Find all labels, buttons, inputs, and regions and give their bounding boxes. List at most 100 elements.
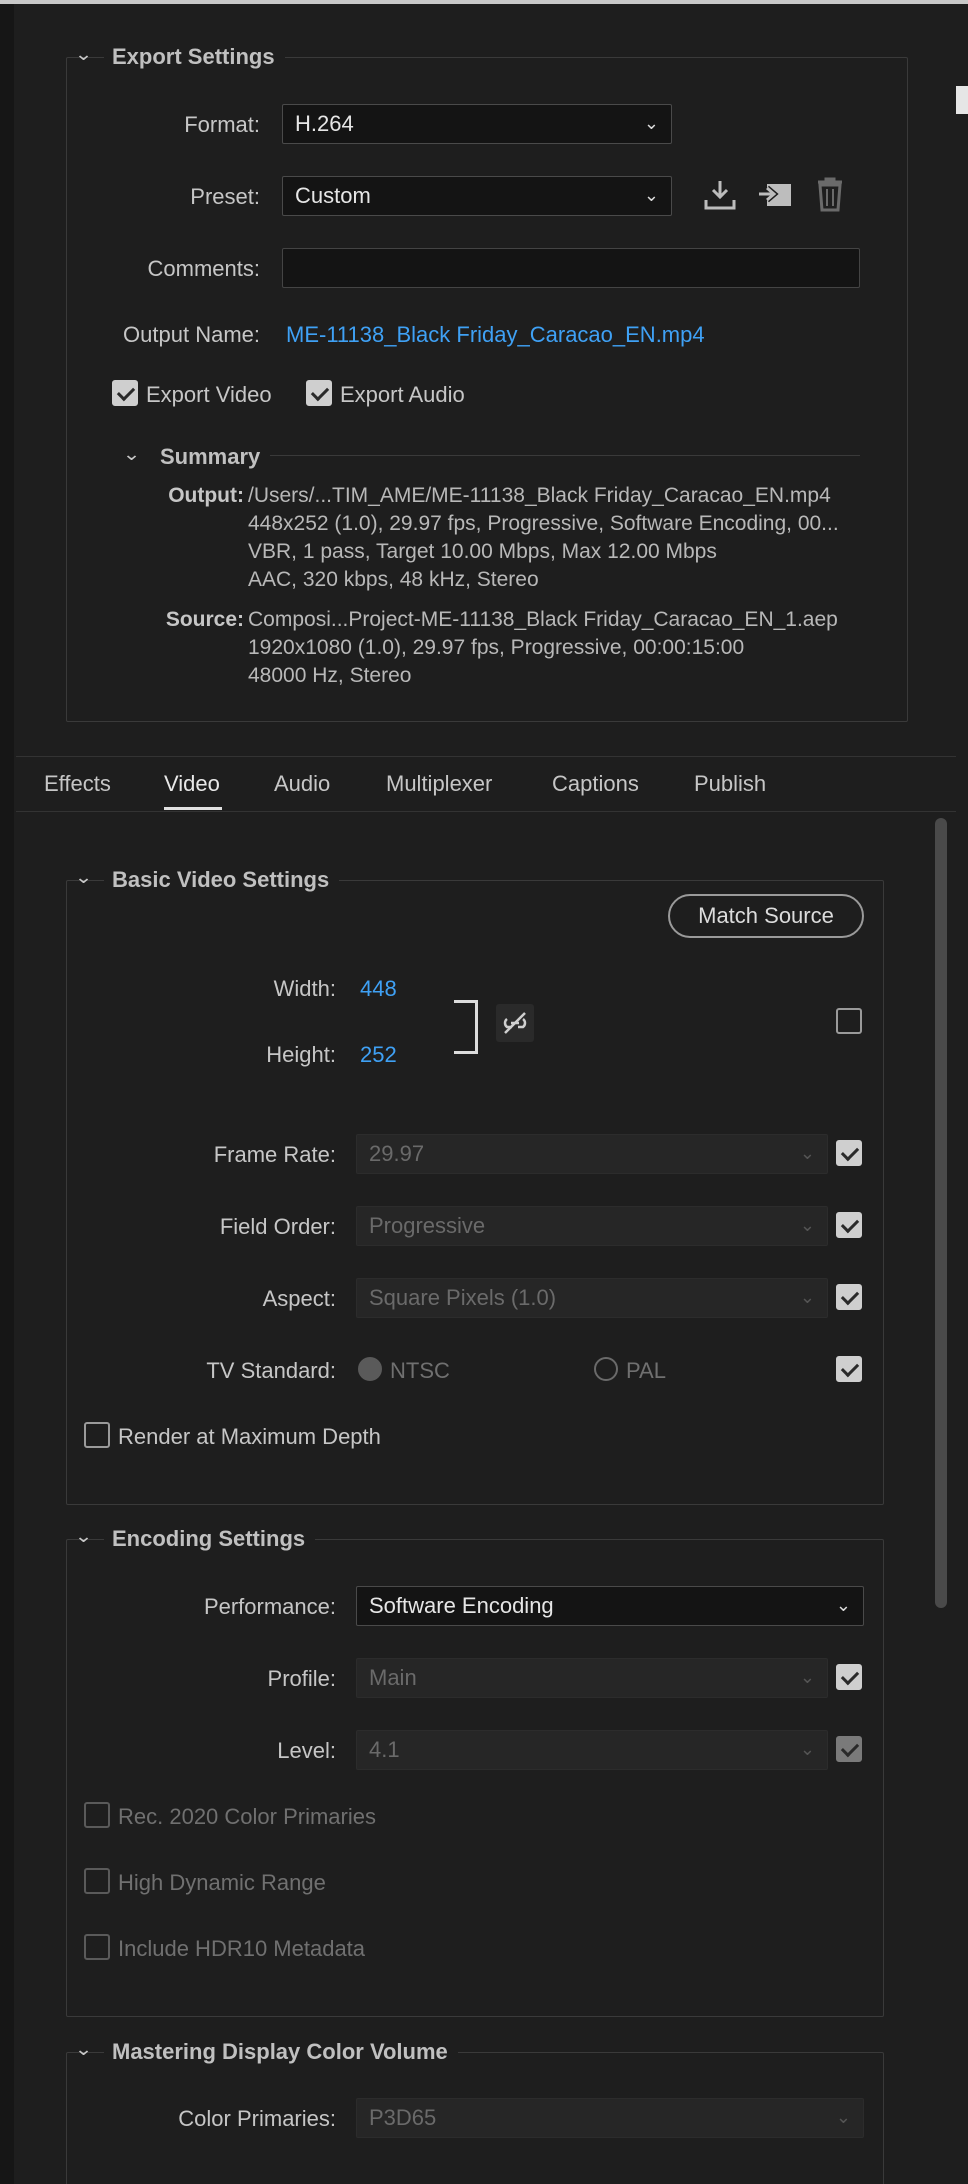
hdr10-checkbox[interactable] — [84, 1934, 110, 1960]
preset-dropdown[interactable]: Custom ⌄ — [282, 176, 672, 216]
source-line: 1920x1080 (1.0), 29.97 fps, Progressive,… — [248, 636, 745, 659]
source-summary: Composi...Project-ME-11138_Black Friday_… — [248, 606, 838, 690]
output-line: /Users/...TIM_AME/ME-11138_Black Friday_… — [248, 484, 831, 507]
source-line: Composi...Project-ME-11138_Black Friday_… — [248, 608, 838, 631]
preset-value: Custom — [295, 183, 371, 208]
output-name-link[interactable]: ME-11138_Black Friday_Caracao_EN.mp4 — [286, 322, 705, 348]
chevron-down-icon[interactable]: ⌄ — [74, 2039, 92, 2060]
tab-video[interactable]: Video — [164, 771, 220, 797]
chevron-down-icon: ⌄ — [835, 2107, 851, 2127]
chevron-down-icon[interactable]: ⌄ — [122, 444, 140, 465]
import-preset-icon[interactable] — [757, 178, 793, 217]
chevron-down-icon: ⌄ — [799, 1215, 815, 1235]
preset-label: Preset: — [190, 184, 260, 209]
match-source-button[interactable]: Match Source — [668, 894, 864, 938]
tv-standard-checkbox[interactable] — [836, 1356, 862, 1382]
level-checkbox[interactable] — [836, 1736, 862, 1762]
chevron-down-icon: ⌄ — [799, 1287, 815, 1307]
scrollbar-thumb[interactable] — [935, 818, 947, 1608]
top-border — [0, 0, 968, 4]
ntsc-label: NTSC — [390, 1358, 450, 1383]
tab-captions[interactable]: Captions — [552, 771, 639, 797]
hdr-label: High Dynamic Range — [118, 1870, 326, 1895]
output-line: 448x252 (1.0), 29.97 fps, Progressive, S… — [248, 512, 839, 535]
source-line: 48000 Hz, Stereo — [248, 664, 412, 687]
basic-video-settings-title: Basic Video Settings — [104, 867, 340, 893]
format-value: H.264 — [295, 111, 354, 136]
render-max-depth-checkbox[interactable] — [84, 1422, 110, 1448]
frame-rate-dropdown[interactable]: 29.97 ⌄ — [356, 1134, 828, 1174]
comments-input[interactable] — [282, 248, 860, 288]
pal-radio[interactable] — [594, 1357, 618, 1381]
field-order-label: Field Order: — [219, 1214, 336, 1239]
tv-standard-label: TV Standard: — [206, 1358, 336, 1383]
aspect-dropdown[interactable]: Square Pixels (1.0) ⌄ — [356, 1278, 828, 1318]
frame-rate-checkbox[interactable] — [836, 1140, 862, 1166]
pal-label: PAL — [626, 1358, 666, 1383]
tab-publish[interactable]: Publish — [694, 771, 766, 797]
aspect-checkbox[interactable] — [836, 1284, 862, 1310]
output-summary: /Users/...TIM_AME/ME-11138_Black Friday_… — [248, 482, 839, 594]
field-order-value: Progressive — [369, 1213, 486, 1238]
source-key: Source: — [165, 608, 244, 631]
height-label: Height: — [266, 1042, 336, 1067]
constrain-proportions-icon[interactable] — [496, 1004, 534, 1042]
basic-video-settings-panel — [66, 880, 884, 1505]
color-primaries-label: Color Primaries: — [178, 2106, 336, 2131]
mastering-display-title: Mastering Display Color Volume — [104, 2039, 458, 2065]
comments-label: Comments: — [147, 256, 260, 281]
export-audio-checkbox[interactable] — [306, 380, 332, 406]
aspect-label: Aspect: — [262, 1286, 336, 1311]
save-preset-icon[interactable] — [703, 178, 737, 217]
chevron-down-icon[interactable]: ⌄ — [74, 44, 92, 65]
delete-preset-icon[interactable] — [814, 176, 846, 217]
render-max-depth-label: Render at Maximum Depth — [118, 1424, 381, 1449]
format-label: Format: — [184, 112, 260, 137]
chevron-down-icon: ⌄ — [835, 1595, 851, 1615]
level-label: Level: — [277, 1738, 336, 1763]
level-dropdown[interactable]: 4.1 ⌄ — [356, 1730, 828, 1770]
tab-effects[interactable]: Effects — [44, 771, 111, 797]
level-value: 4.1 — [369, 1737, 400, 1762]
output-line: VBR, 1 pass, Target 10.00 Mbps, Max 12.0… — [248, 540, 717, 563]
export-video-checkbox[interactable] — [112, 380, 138, 406]
field-order-checkbox[interactable] — [836, 1212, 862, 1238]
format-dropdown[interactable]: H.264 ⌄ — [282, 104, 672, 144]
height-value[interactable]: 252 — [360, 1042, 397, 1068]
aspect-value: Square Pixels (1.0) — [369, 1285, 557, 1310]
width-height-override-checkbox[interactable] — [836, 1008, 862, 1034]
color-primaries-value: P3D65 — [369, 2105, 437, 2130]
hdr-checkbox[interactable] — [84, 1868, 110, 1894]
tab-multiplexer[interactable]: Multiplexer — [386, 771, 492, 797]
rec2020-label: Rec. 2020 Color Primaries — [118, 1804, 376, 1829]
export-audio-label: Export Audio — [340, 382, 465, 407]
export-settings-title: Export Settings — [104, 44, 285, 70]
rec2020-checkbox[interactable] — [84, 1802, 110, 1828]
performance-dropdown[interactable]: Software Encoding ⌄ — [356, 1586, 864, 1626]
edge-scroll-tab — [956, 86, 968, 114]
width-value[interactable]: 448 — [360, 976, 397, 1002]
encoding-settings-title: Encoding Settings — [104, 1526, 316, 1552]
summary-divider — [270, 455, 860, 456]
app-window: ⌄ Export Settings Format: H.264 ⌄ Preset… — [0, 0, 968, 2184]
output-key: Output: — [168, 484, 244, 507]
ntsc-radio[interactable] — [358, 1357, 382, 1381]
profile-value: Main — [369, 1665, 417, 1690]
field-order-dropdown[interactable]: Progressive ⌄ — [356, 1206, 828, 1246]
performance-value: Software Encoding — [369, 1593, 554, 1618]
chevron-down-icon[interactable]: ⌄ — [74, 1526, 92, 1547]
color-primaries-dropdown[interactable]: P3D65 ⌄ — [356, 2098, 864, 2138]
frame-rate-label: Frame Rate: — [213, 1142, 336, 1167]
profile-dropdown[interactable]: Main ⌄ — [356, 1658, 828, 1698]
link-bracket — [454, 1000, 478, 1054]
chevron-down-icon: ⌄ — [643, 185, 659, 205]
profile-checkbox[interactable] — [836, 1664, 862, 1690]
hdr10-label: Include HDR10 Metadata — [118, 1936, 366, 1961]
tab-audio[interactable]: Audio — [274, 771, 330, 797]
output-line: AAC, 320 kbps, 48 kHz, Stereo — [248, 568, 539, 591]
chevron-down-icon[interactable]: ⌄ — [74, 867, 92, 888]
frame-rate-value: 29.97 — [369, 1141, 425, 1166]
active-tab-indicator — [164, 807, 222, 810]
summary-title: Summary — [160, 444, 271, 470]
output-name-label: Output Name: — [123, 322, 260, 347]
